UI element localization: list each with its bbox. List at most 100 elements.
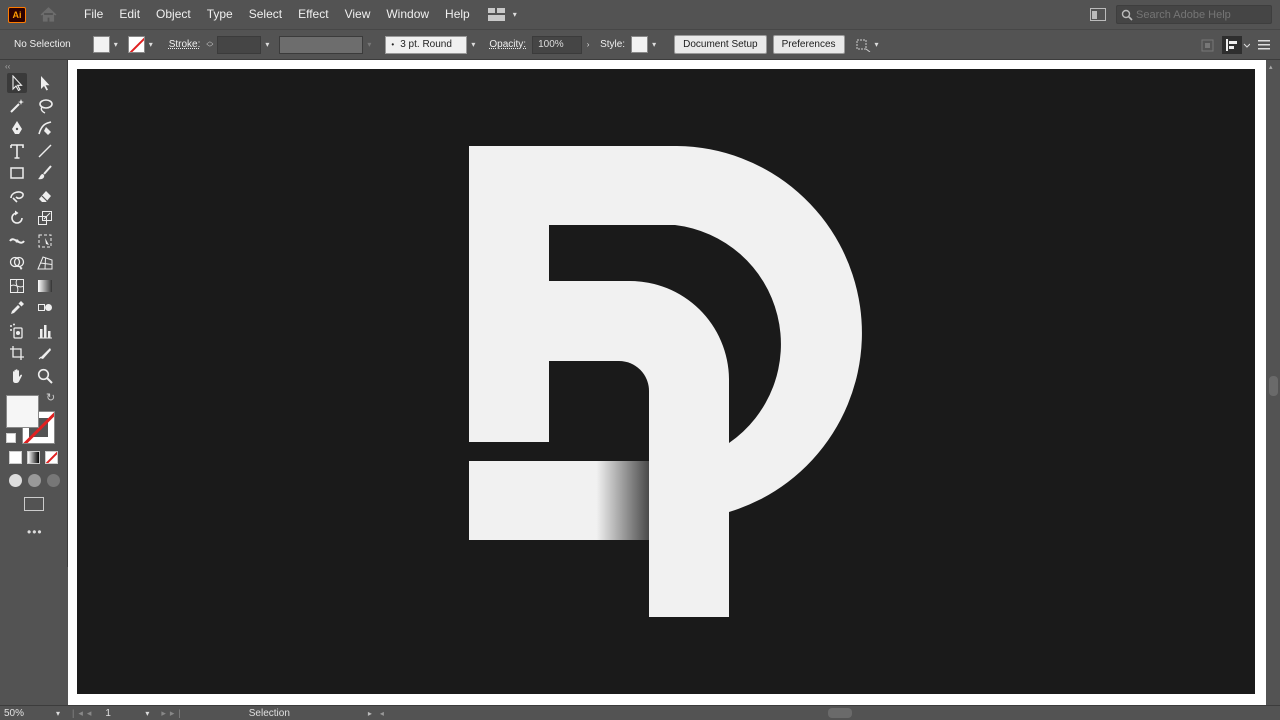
free-transform-tool[interactable]: [35, 231, 55, 251]
style-dropdown-icon[interactable]: ▾: [648, 40, 660, 49]
edit-toolbar-icon[interactable]: •••: [27, 525, 67, 539]
isolate-icon[interactable]: [1201, 39, 1214, 52]
align-panel-icon[interactable]: [1222, 36, 1250, 54]
menu-window[interactable]: Window: [378, 0, 437, 29]
scroll-up-icon[interactable]: ▴: [1269, 63, 1273, 71]
draw-normal-icon[interactable]: [9, 474, 22, 487]
paintbrush-icon: [38, 165, 52, 180]
swap-fill-stroke-icon[interactable]: ↻: [46, 391, 55, 404]
arrange-documents-icon[interactable]: [1090, 8, 1106, 21]
workspace-switcher[interactable]: ▾: [487, 8, 521, 21]
search-box[interactable]: [1116, 5, 1272, 24]
scale-tool[interactable]: [35, 208, 55, 228]
stroke-stepper[interactable]: ︿ ﹀: [206, 38, 213, 52]
none-icon[interactable]: [45, 451, 58, 464]
menu-edit[interactable]: Edit: [111, 0, 148, 29]
mesh-tool[interactable]: [7, 276, 27, 296]
search-input[interactable]: [1136, 8, 1266, 21]
symbol-sprayer-tool[interactable]: [7, 321, 27, 341]
toolbox-collapse-icon[interactable]: ‹‹: [0, 60, 67, 72]
shape-builder-tool[interactable]: [7, 253, 27, 273]
paintbrush-tool[interactable]: [35, 163, 55, 183]
hand-tool[interactable]: [7, 366, 27, 386]
rectangle-tool[interactable]: [7, 163, 27, 183]
fill-dropdown-icon[interactable]: ▾: [110, 40, 122, 49]
artboard-tool[interactable]: [7, 343, 27, 363]
tool-row: [0, 140, 67, 163]
menu-help[interactable]: Help: [437, 0, 478, 29]
menu-type[interactable]: Type: [199, 0, 241, 29]
blend-tool[interactable]: [35, 298, 55, 318]
stroke-decrease-icon[interactable]: ﹀: [206, 45, 213, 52]
menu-view[interactable]: View: [337, 0, 379, 29]
status-menu-icon[interactable]: ▸: [368, 709, 372, 718]
artboard-number-field[interactable]: 1: [101, 707, 141, 720]
menu-object[interactable]: Object: [148, 0, 199, 29]
rotate-tool[interactable]: [7, 208, 27, 228]
preferences-button[interactable]: Preferences: [772, 35, 845, 54]
perspective-grid-tool[interactable]: [35, 253, 55, 273]
scroll-left-icon[interactable]: ◂: [380, 709, 384, 718]
column-graph-tool[interactable]: [35, 321, 55, 341]
draw-behind-icon[interactable]: [28, 474, 41, 487]
color-icon[interactable]: [9, 451, 22, 464]
graphic-style-swatch[interactable]: [631, 36, 649, 53]
menu-effect[interactable]: Effect: [290, 0, 336, 29]
brush-dropdown-icon[interactable]: ▾: [467, 40, 479, 49]
pen-tool[interactable]: [7, 118, 27, 138]
direct-selection-tool[interactable]: [35, 73, 55, 93]
screen-mode-icon[interactable]: [24, 497, 44, 511]
artboard-nav-next-icon[interactable]: ▸▸|: [161, 708, 184, 719]
stroke-label[interactable]: Stroke:: [169, 39, 201, 50]
panel-menu-icon[interactable]: [1258, 40, 1270, 50]
home-icon[interactable]: [38, 6, 58, 24]
slice-tool[interactable]: [35, 343, 55, 363]
logo-gradient-fold: [579, 461, 649, 540]
eyedropper-tool[interactable]: [7, 298, 27, 318]
artboard[interactable]: [77, 69, 1255, 694]
opacity-field[interactable]: 100%: [532, 35, 583, 54]
selection-tool[interactable]: [7, 73, 27, 94]
fill-swatch[interactable]: [92, 36, 110, 53]
logo-letter-p[interactable]: [469, 146, 862, 617]
default-fill-stroke-icon[interactable]: [6, 433, 16, 443]
zoom-dropdown-icon[interactable]: ▾: [52, 709, 64, 718]
stroke-weight-field[interactable]: [217, 35, 262, 54]
menu-file[interactable]: File: [76, 0, 111, 29]
curvature-tool[interactable]: [35, 118, 55, 138]
document-setup-button[interactable]: Document Setup: [674, 35, 767, 54]
artboard-nav-prev-icon[interactable]: |◂◂: [72, 708, 95, 719]
draw-inside-icon[interactable]: [47, 474, 60, 487]
fill-color-box[interactable]: [6, 395, 39, 428]
brush-definition-field[interactable]: • 3 pt. Round: [385, 35, 468, 54]
profile-dropdown-icon[interactable]: ▾: [363, 40, 375, 49]
horizontal-scroll-thumb[interactable]: [828, 708, 852, 718]
gradient-icon[interactable]: [27, 451, 40, 464]
magic-wand-tool[interactable]: [7, 96, 27, 116]
vertical-scrollbar[interactable]: ▴: [1266, 60, 1280, 705]
eraser-icon: [39, 190, 51, 202]
variable-width-profile[interactable]: [279, 35, 364, 54]
opacity-arrow-icon[interactable]: ›: [582, 40, 594, 49]
stroke-weight-dropdown-icon[interactable]: ▾: [261, 40, 273, 49]
line-segment-tool[interactable]: [35, 141, 55, 161]
opacity-label[interactable]: Opacity:: [489, 39, 526, 50]
stroke-dropdown-icon[interactable]: ▾: [145, 40, 157, 49]
transform-dropdown-icon[interactable]: ▾: [871, 40, 883, 49]
artboard-dropdown-icon[interactable]: ▾: [141, 709, 153, 718]
zoom-tool[interactable]: [35, 366, 55, 386]
menu-select[interactable]: Select: [241, 0, 290, 29]
width-tool[interactable]: [7, 231, 27, 251]
vertical-scroll-thumb[interactable]: [1269, 376, 1278, 396]
document-canvas[interactable]: [68, 60, 1266, 705]
lasso-tool[interactable]: [35, 96, 55, 116]
gradient-tool[interactable]: [35, 276, 55, 296]
zoom-field[interactable]: 50%: [0, 707, 48, 720]
stroke-swatch[interactable]: [127, 36, 145, 53]
search-icon: [1121, 9, 1133, 21]
transform-options-icon[interactable]: [855, 38, 871, 52]
stroke-increase-icon[interactable]: ︿: [206, 38, 213, 45]
type-tool[interactable]: [7, 141, 27, 161]
eraser-tool[interactable]: [35, 186, 55, 206]
shaper-tool[interactable]: [7, 186, 27, 206]
